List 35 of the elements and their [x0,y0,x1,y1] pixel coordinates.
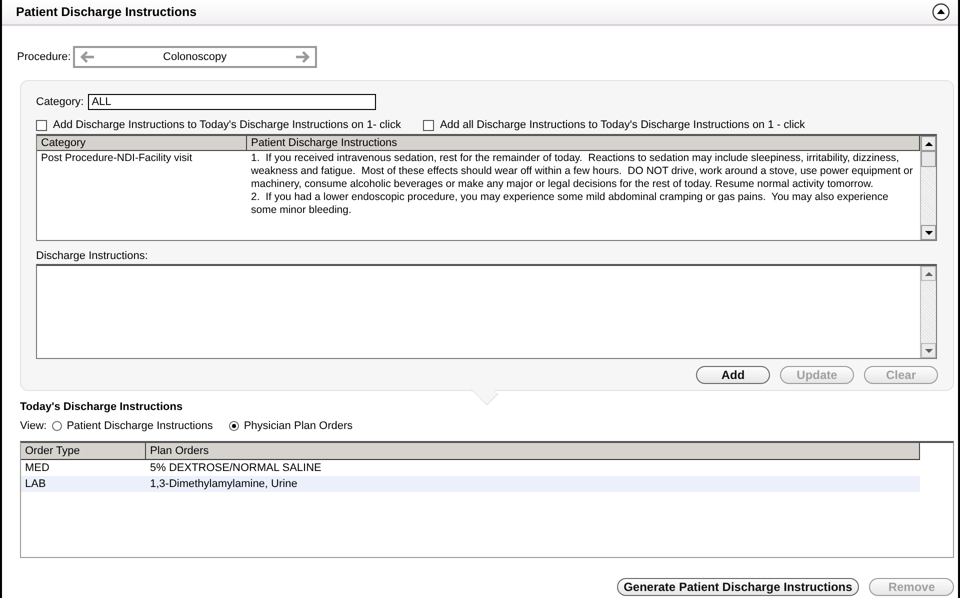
table-row[interactable]: MED 5% DEXTROSE/NORMAL SALINE [21,460,920,476]
checkbox-label: Add all Discharge Instructions to Today's Discharge Instructions on 1 - click [440,119,806,131]
table-cell-text: 1,3-Dimethylamylamine, Urine [149,478,298,490]
radio-label: Physician Plan Orders [244,420,353,432]
column-header[interactable]: Plan Orders [146,443,920,459]
radio-button[interactable] [52,421,62,431]
column-header[interactable]: Category [37,136,247,150]
table-cell-text: 1. If you received intravenous sedation, rest for the remainder of today. Reactions to sedation may include sleepiness, irritability, dizziness, weakness and fatigue. Most of these effects should wear off within a few hours. DO NOT drive, work around a stove, use power equipment or machinery, consume alcoholic beverages or make any major or legal decisions for the rest of today. Resume normal activity tomorrow. 2. If you had a lower endoscopic procedure, you may experience some mild abdominal cramping or gas pains. You may also experience some minor bleeding. [250,151,914,218]
checkbox[interactable] [36,120,47,130]
left-arrow-icon[interactable] [78,51,95,63]
scrollbar[interactable] [920,136,936,240]
checkbox[interactable] [422,120,434,130]
category-field[interactable]: ALL [88,94,376,110]
scrollbar[interactable] [920,266,936,358]
action-button[interactable]: Add [696,366,770,384]
discharge-instructions-field[interactable] [36,264,937,359]
radio-button[interactable] [228,421,239,431]
procedure-label: Procedure: [17,51,71,63]
collapse-icon[interactable] [932,3,950,21]
panel-title: Patient Discharge Instructions [16,5,198,19]
table-cell-text: 5% DEXTROSE/NORMAL SALINE [149,462,322,474]
checkbox-label: Add Discharge Instructions to Today's Discharge Instructions on 1- click [53,119,401,131]
column-header[interactable]: Order Type [21,443,146,459]
right-arrow-icon[interactable] [294,51,311,63]
section-title: Today's Discharge Instructions [20,401,184,413]
procedure-selector[interactable]: Colonoscopy [72,46,317,68]
table-cell-text: MED [24,462,50,474]
radio-label: Patient Discharge Instructions [66,420,213,432]
category-label: Category: [36,96,84,108]
discharge-instructions-label: Discharge Instructions: [36,250,149,262]
table-row[interactable]: LAB 1,3-Dimethylamylamine, Urine [21,476,920,492]
action-button[interactable]: Generate Patient Discharge Instructions [616,578,860,596]
table-cell-text: LAB [24,478,47,490]
table-cell-text: Post Procedure-NDI-Facility visit [40,151,194,166]
view-label: View: [20,420,47,432]
